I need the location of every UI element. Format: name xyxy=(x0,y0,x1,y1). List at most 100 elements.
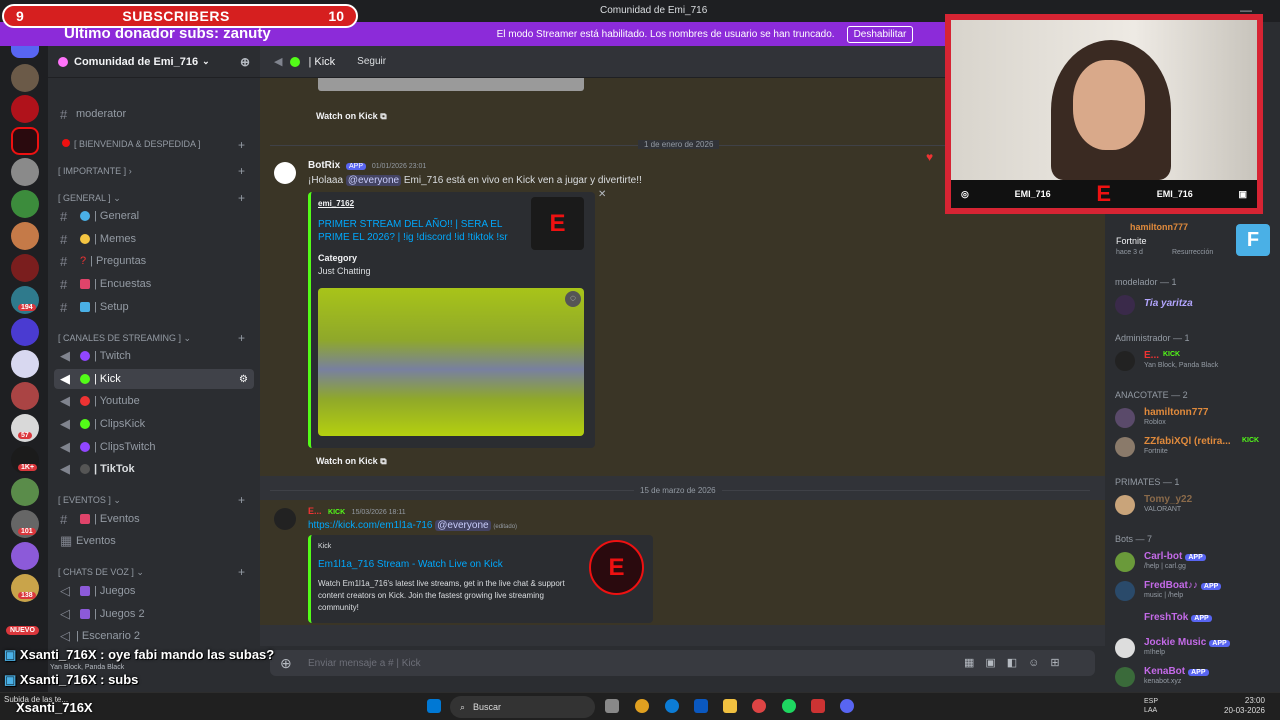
follow-button[interactable]: Seguir xyxy=(357,56,386,67)
discord-icon[interactable] xyxy=(840,699,854,713)
member-item[interactable]: ZZfabiXQl (retira... KICK Fortnite xyxy=(1115,435,1275,459)
voice-juegos-2[interactable]: ◁ | Juegos 2 xyxy=(54,604,254,624)
channel-twitch[interactable]: ◀ | Twitch xyxy=(54,346,254,366)
events-link[interactable]: ▦ Eventos xyxy=(54,531,254,551)
category-general[interactable]: [ GENERAL ] ⌄ xyxy=(58,193,121,204)
store-icon[interactable] xyxy=(694,699,708,713)
server-icon[interactable] xyxy=(11,478,39,506)
category-voz[interactable]: [ CHATS DE VOZ ] ⌄ xyxy=(58,567,144,578)
bot-item[interactable]: Carl-bot APP/help | carl.gg xyxy=(1115,550,1275,574)
server-icon[interactable] xyxy=(11,190,39,218)
everyone-mention[interactable]: @everyone xyxy=(435,520,491,531)
member-name: ZZfabiXQl (retira... xyxy=(1144,436,1231,447)
server-icon[interactable] xyxy=(11,318,39,346)
heart-reaction-icon[interactable]: ♥ xyxy=(926,150,933,164)
member-item[interactable]: E... KICK Yan Block, Panda Black xyxy=(1115,349,1275,373)
watch-on-kick-button[interactable]: Watch on Kick ⧉ xyxy=(316,456,387,467)
category-importante[interactable]: [ IMPORTANTE ] › xyxy=(58,166,132,176)
obs-icon[interactable] xyxy=(811,699,825,713)
embed-title[interactable]: PRIMER STREAM DEL AÑO!! | SERA EL PRIME … xyxy=(318,218,524,244)
voice-escenario[interactable]: ◁ | Escenario 2 xyxy=(54,626,254,646)
voice-juegos[interactable]: ◁ | Juegos xyxy=(54,581,254,601)
chat-icon: ▣ xyxy=(1238,188,1247,199)
bot-item[interactable]: FredBoat♪♪ APP music | /help xyxy=(1115,579,1275,603)
channel-tiktok[interactable]: ◀ | TikTok xyxy=(54,459,254,479)
everyone-mention[interactable]: @everyone xyxy=(345,175,402,186)
channel-label: | ClipsKick xyxy=(94,418,146,430)
server-icon[interactable] xyxy=(11,254,39,282)
bot-item[interactable]: Jockie Music APP m!help xyxy=(1115,636,1275,660)
add-channel-icon[interactable]: + xyxy=(238,493,245,507)
embed-title[interactable]: Em1l1a_716 Stream - Watch Live on Kick xyxy=(318,559,503,570)
add-channel-icon[interactable]: + xyxy=(238,164,245,178)
member-item[interactable]: Tomy_y22 VALORANT xyxy=(1115,493,1275,517)
avatar xyxy=(1115,581,1135,601)
member-item[interactable]: Tia yaritza xyxy=(1115,293,1275,317)
taskbar-search[interactable]: ⌕ Buscar xyxy=(450,696,595,718)
chrome-icon[interactable] xyxy=(752,699,766,713)
channel-encuestas[interactable]: # | Encuestas xyxy=(54,274,254,294)
member-item[interactable]: hamiltonn777 Roblox xyxy=(1115,406,1275,430)
channel-preguntas[interactable]: #? | Preguntas xyxy=(54,251,254,271)
embed-author[interactable]: emi_7162 xyxy=(318,199,354,208)
activity-card[interactable]: hamiltonn777 Fortnite hace 3 d Resurrecc… xyxy=(1115,222,1275,256)
explorer-icon[interactable] xyxy=(723,699,737,713)
channel-youtube[interactable]: ◀ | Youtube xyxy=(54,391,254,411)
bot-item[interactable]: FreshTok APP xyxy=(1115,611,1275,635)
category-eventos[interactable]: [ EVENTOS ] ⌄ xyxy=(58,495,121,506)
close-icon[interactable]: ✕ xyxy=(598,189,606,200)
add-channel-icon[interactable]: + xyxy=(238,331,245,345)
streamer-face xyxy=(1073,60,1145,150)
channel-moderator[interactable]: # moderator xyxy=(54,104,254,124)
bot-avatar[interactable] xyxy=(274,162,296,184)
language-indicator[interactable]: ESP LAA xyxy=(1144,697,1158,715)
clock[interactable]: 23:00 20-03-2026 xyxy=(1224,696,1265,716)
hash-icon: # xyxy=(60,253,68,269)
channel-eventos[interactable]: # | Eventos xyxy=(54,509,254,529)
category-streaming[interactable]: [ CANALES DE STREAMING ] ⌄ xyxy=(58,333,191,344)
app-badge: APP xyxy=(1185,554,1206,561)
channel-general[interactable]: # | General xyxy=(54,206,254,226)
server-icon[interactable] xyxy=(11,222,39,250)
user-avatar[interactable] xyxy=(274,508,296,530)
gear-icon[interactable]: ⚙ xyxy=(239,374,248,385)
field-name: Category xyxy=(318,253,358,263)
announcement-icon: ◀ xyxy=(60,393,70,408)
channel-clipskick[interactable]: ◀ | ClipsKick xyxy=(54,414,254,434)
server-icon[interactable] xyxy=(11,64,39,92)
author-name[interactable]: BotRix xyxy=(308,160,340,171)
clock-date: 20-03-2026 xyxy=(1224,706,1265,715)
server-header[interactable]: Comunidad de Emi_716 ⌄ ⊕ xyxy=(48,46,260,78)
stream-preview-image[interactable] xyxy=(318,288,584,436)
server-icon[interactable] xyxy=(11,95,39,123)
speaker-icon: ◁ xyxy=(60,583,70,598)
server-icon-active[interactable] xyxy=(11,127,39,155)
server-icon[interactable] xyxy=(11,158,39,186)
channel-clipstwitch[interactable]: ◀ | ClipsTwitch xyxy=(54,437,254,457)
add-channel-icon[interactable]: + xyxy=(238,138,245,152)
channel-memes[interactable]: # | Memes xyxy=(54,229,254,249)
server-icon[interactable] xyxy=(11,382,39,410)
channel-setup[interactable]: # | Setup xyxy=(54,297,254,317)
channel-kick[interactable]: ◀ | Kick ⚙ xyxy=(54,369,254,389)
composer-tool-icons[interactable]: ▦▣◧☺⊞ xyxy=(964,656,1071,669)
edge-icon[interactable] xyxy=(665,699,679,713)
kick-thumbnail: E xyxy=(531,197,584,250)
kick-url-link[interactable]: https://kick.com/em1l1a-716 xyxy=(308,520,433,531)
task-view-icon[interactable] xyxy=(605,699,619,713)
spotify-icon[interactable] xyxy=(782,699,796,713)
disable-button[interactable]: Deshabilitar xyxy=(846,25,914,43)
add-channel-icon[interactable]: + xyxy=(238,191,245,205)
watch-on-kick-button[interactable]: Watch on Kick ⧉ xyxy=(316,111,387,122)
server-icon[interactable] xyxy=(11,350,39,378)
author-name[interactable]: E... xyxy=(308,506,322,516)
invite-icon[interactable]: ⊕ xyxy=(240,55,250,69)
copilot-icon[interactable] xyxy=(635,699,649,713)
windows-start-icon[interactable] xyxy=(427,699,441,713)
add-channel-icon[interactable]: + xyxy=(238,565,245,579)
gamepad-icon xyxy=(80,609,90,619)
bot-item[interactable]: KenaBot APP kenabot.xyz xyxy=(1115,665,1275,689)
server-icon[interactable] xyxy=(11,542,39,570)
server-name: Comunidad de Emi_716 xyxy=(74,55,199,68)
category-bienvenida[interactable]: [ BIENVENIDA & DESPEDIDA ] xyxy=(58,139,201,149)
